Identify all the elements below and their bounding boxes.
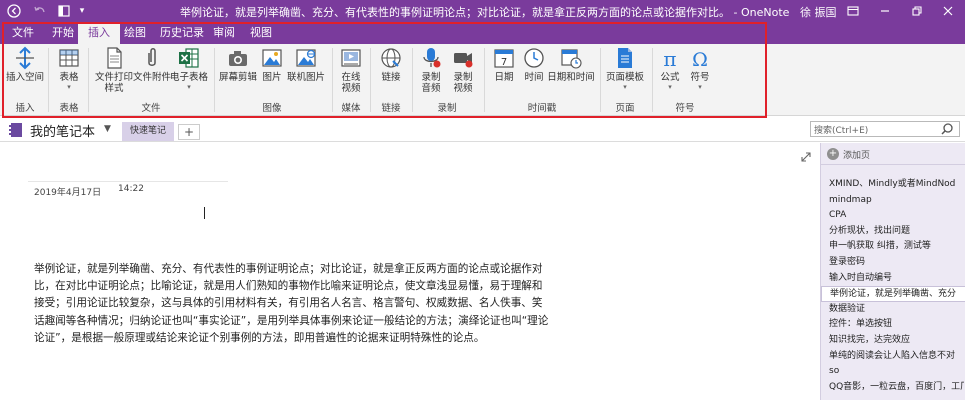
page-list-item[interactable]: 知识找完，达完效应 <box>829 333 964 349</box>
page-list-item[interactable]: CPA <box>829 208 964 224</box>
minimize-icon[interactable] <box>868 0 902 22</box>
onenote-window: ▾ 举例论证，就是列举确凿、充分、有代表性的事例证明论点；对比论证，就是拿正反两… <box>0 0 965 400</box>
notebook-bar: 我的笔记本 ▼ 快速笔记 + 搜索(Ctrl+E) <box>0 118 965 142</box>
page-list-item[interactable]: 登录密码 <box>829 255 964 271</box>
page-list-item[interactable]: QQ音影，一粒云盘，百度门，工厂 <box>829 380 964 396</box>
page-list-item[interactable]: 分析现状，找出问题 <box>829 224 964 240</box>
page-list-item[interactable]: XMIND、Mindly或者MindNod <box>829 177 964 193</box>
title-bar: ▾ 举例论证，就是列举确凿、充分、有代表性的事例证明论点；对比论证，就是拿正反两… <box>0 0 965 22</box>
page-list-item[interactable]: mindmap <box>829 193 964 209</box>
window-title: 举例论证，就是列举确凿、充分、有代表性的事例证明论点；对比论证，就是拿正反两方面… <box>180 6 790 19</box>
search-input[interactable]: 搜索(Ctrl+E) <box>810 121 960 137</box>
back-icon[interactable] <box>6 3 22 19</box>
page-list-item[interactable]: 控件：单选按钮 <box>829 317 964 333</box>
title-underline <box>28 181 228 182</box>
page-list-item[interactable]: 举例论证，就是列举确凿、充分 <box>821 286 965 302</box>
page-date: 2019年4月17日 <box>34 188 102 198</box>
page-list-item[interactable]: 数据验证 <box>829 302 964 318</box>
layout-icon[interactable] <box>56 3 72 19</box>
page-list-item[interactable]: 输入时自动编号 <box>829 271 964 287</box>
highlight-outline <box>2 22 767 118</box>
notebook-icon <box>9 123 22 137</box>
dropdown-icon[interactable]: ▾ <box>74 3 90 19</box>
page-time: 14:22 <box>118 184 144 194</box>
page-list-item[interactable]: so <box>829 364 964 380</box>
notebook-name[interactable]: 我的笔记本 <box>30 121 95 140</box>
user-name[interactable]: 徐 振国 <box>800 4 837 20</box>
page-list-pane: + 添加页 XMIND、Mindly或者MindNod mindmap CPA 分析现… <box>820 143 965 400</box>
add-section-button[interactable]: + <box>178 124 200 140</box>
page-list-item[interactable]: 单纯的阅读会让人陷入信息不对 <box>829 349 964 365</box>
note-body-text[interactable]: 举例论证，就是列举确凿、充分、有代表性的事例证明论点；对比论证，就是拿正反两方面… <box>34 261 549 347</box>
restore-icon[interactable] <box>900 0 934 22</box>
section-tab-quick-notes[interactable]: 快速笔记 <box>122 122 174 141</box>
page-list-item[interactable]: 申一帆获取 纠措，测试等 <box>829 239 964 255</box>
expand-icon[interactable] <box>800 151 812 163</box>
close-icon[interactable] <box>931 0 965 22</box>
text-cursor <box>204 207 205 219</box>
search-icon[interactable] <box>940 122 954 136</box>
help-icon[interactable] <box>836 0 870 22</box>
add-page-button[interactable]: + 添加页 <box>827 146 870 162</box>
page-canvas[interactable]: 2019年4月17日 14:22 举例论证，就是列举确凿、充分、有代表性的事例证… <box>0 143 820 400</box>
add-page-label: 添加页 <box>843 150 871 161</box>
undo-icon[interactable] <box>32 3 48 19</box>
chevron-down-icon[interactable]: ▼ <box>104 124 111 134</box>
divider <box>821 164 965 165</box>
plus-icon: + <box>827 148 839 160</box>
